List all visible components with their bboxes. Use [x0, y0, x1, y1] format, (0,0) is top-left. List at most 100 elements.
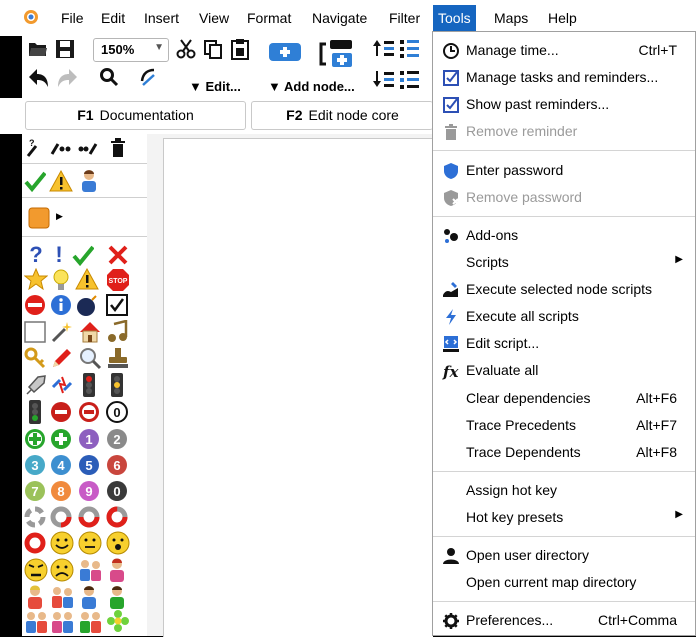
- minus-circle-red-icon[interactable]: [50, 401, 72, 423]
- male-green-icon[interactable]: [106, 584, 128, 610]
- male-icon[interactable]: [78, 584, 100, 610]
- broken-link-icon[interactable]: [50, 373, 74, 397]
- number-9-icon[interactable]: 9: [78, 480, 100, 502]
- edit-dropdown[interactable]: ▼ Edit...: [189, 79, 241, 94]
- warning-icon[interactable]: [49, 170, 73, 192]
- female-blonde-icon[interactable]: [24, 584, 46, 610]
- ring-mostly-red-icon[interactable]: [106, 506, 128, 528]
- flower-icon[interactable]: [106, 609, 130, 633]
- magic-wand-icon[interactable]: [50, 320, 74, 344]
- menu-item-evaluate-all[interactable]: fx Evaluate all: [433, 358, 695, 384]
- magnifier-icon[interactable]: [78, 346, 102, 370]
- people-trio-icon[interactable]: [78, 610, 104, 634]
- menu-item-show-past-reminders[interactable]: Show past reminders...: [433, 92, 695, 118]
- menu-item-open-current-map-directory[interactable]: Open current map directory: [433, 570, 695, 596]
- rocket-icon[interactable]: [24, 374, 48, 396]
- menu-item-remove-reminder[interactable]: Remove reminder: [433, 119, 695, 145]
- number-4-icon[interactable]: 4: [50, 454, 72, 476]
- plus-circle-filled-icon[interactable]: [50, 428, 72, 450]
- female-icon[interactable]: [106, 557, 128, 583]
- question-icon[interactable]: ?: [26, 242, 46, 266]
- ring-red-icon[interactable]: [24, 532, 46, 554]
- warning-icon[interactable]: [75, 268, 99, 290]
- menu-item-add-ons[interactable]: Add-ons: [433, 223, 695, 249]
- menu-navigate[interactable]: Navigate: [312, 9, 367, 27]
- ring-half-red-icon[interactable]: [78, 506, 100, 528]
- menu-view[interactable]: View: [199, 9, 229, 27]
- open-folder-icon[interactable]: [28, 40, 48, 58]
- number-0-outline-icon[interactable]: 0: [106, 401, 128, 423]
- add-child-node-icon[interactable]: [268, 42, 302, 62]
- add-node-dropdown[interactable]: ▼ Add node...: [268, 79, 355, 94]
- copy-icon[interactable]: [203, 39, 223, 59]
- save-icon[interactable]: [55, 39, 75, 59]
- number-8-icon[interactable]: 8: [50, 480, 72, 502]
- number-2-icon[interactable]: 2: [106, 428, 128, 450]
- traffic-light-green-icon[interactable]: [26, 399, 44, 425]
- ring-grey-icon[interactable]: [24, 506, 46, 528]
- star-icon[interactable]: [24, 268, 48, 290]
- pencil-icon[interactable]: [50, 346, 74, 370]
- remove-last-icon-icon[interactable]: [77, 142, 99, 156]
- collapse-all-icon[interactable]: [398, 69, 422, 91]
- map-canvas[interactable]: [147, 134, 433, 637]
- key-icon[interactable]: [24, 347, 48, 369]
- people-pair-alt-icon[interactable]: [50, 610, 76, 634]
- menu-item-scripts[interactable]: Scripts ▶: [433, 250, 695, 276]
- person-icon[interactable]: [79, 169, 99, 193]
- no-entry-icon[interactable]: [24, 294, 46, 316]
- info-icon[interactable]: [50, 294, 72, 316]
- menu-item-execute-selected-node-scripts[interactable]: Execute selected node scripts: [433, 277, 695, 303]
- menu-edit[interactable]: Edit: [101, 9, 125, 27]
- menu-item-open-user-directory[interactable]: Open user directory: [433, 543, 695, 569]
- bomb-icon[interactable]: [76, 293, 100, 317]
- remove-all-icons-icon[interactable]: [50, 142, 72, 156]
- menu-item-manage-time[interactable]: Manage time... Ctrl+T: [433, 38, 695, 64]
- trash-icon[interactable]: [110, 138, 126, 158]
- smiley-angry-icon[interactable]: [24, 558, 48, 582]
- number-1-icon[interactable]: 1: [78, 428, 100, 450]
- menu-item-preferences[interactable]: Preferences... Ctrl+Comma: [433, 608, 695, 634]
- traffic-light-yellow-icon[interactable]: [108, 372, 126, 398]
- f2-edit-node-core-button[interactable]: F2 Edit node core: [251, 101, 433, 130]
- exclamation-icon[interactable]: !: [52, 242, 66, 266]
- people-pair-icon[interactable]: [24, 610, 50, 634]
- menu-item-trace-dependents[interactable]: Trace Dependents Alt+F8: [433, 440, 695, 466]
- menu-help[interactable]: Help: [548, 9, 577, 27]
- music-note-icon[interactable]: [106, 320, 128, 344]
- menu-item-edit-script[interactable]: Edit script...: [433, 331, 695, 357]
- move-down-icon[interactable]: [372, 69, 396, 89]
- family-icon[interactable]: [78, 557, 104, 583]
- smiley-neutral-icon[interactable]: [78, 531, 102, 555]
- smiley-surprised-icon[interactable]: [106, 531, 130, 555]
- chevron-right-icon[interactable]: ▶: [56, 211, 63, 222]
- number-6-icon[interactable]: 6: [106, 454, 128, 476]
- cut-icon[interactable]: [176, 39, 196, 59]
- expand-all-icon[interactable]: [398, 38, 422, 60]
- number-0-icon[interactable]: 0: [106, 480, 128, 502]
- paste-icon[interactable]: [230, 38, 250, 60]
- number-5-icon[interactable]: 5: [78, 454, 100, 476]
- map-view[interactable]: [163, 138, 433, 637]
- lightbulb-icon[interactable]: [52, 268, 70, 292]
- redo-icon[interactable]: [56, 68, 78, 88]
- group-icon[interactable]: [50, 584, 76, 610]
- add-sibling-node-icon[interactable]: [318, 39, 358, 69]
- search-icon[interactable]: [99, 67, 119, 87]
- menu-maps[interactable]: Maps: [494, 9, 528, 27]
- cross-icon[interactable]: [107, 244, 129, 266]
- menu-tools[interactable]: Tools: [433, 5, 476, 31]
- smiley-sad-icon[interactable]: [50, 558, 74, 582]
- empty-checkbox-icon[interactable]: [24, 321, 46, 343]
- menu-item-clear-dependencies[interactable]: Clear dependencies Alt+F6: [433, 386, 695, 412]
- smiley-happy-icon[interactable]: [50, 531, 74, 555]
- menu-item-execute-all-scripts[interactable]: Execute all scripts: [433, 304, 695, 330]
- number-3-icon[interactable]: 3: [24, 454, 46, 476]
- menu-file[interactable]: File: [61, 9, 84, 27]
- stamp-icon[interactable]: [106, 346, 130, 370]
- move-up-icon[interactable]: [372, 38, 396, 58]
- f1-documentation-button[interactable]: F1 Documentation: [25, 101, 246, 130]
- ring-red-grey-icon[interactable]: [50, 506, 72, 528]
- house-icon[interactable]: [78, 320, 102, 344]
- menu-format[interactable]: Format: [247, 9, 291, 27]
